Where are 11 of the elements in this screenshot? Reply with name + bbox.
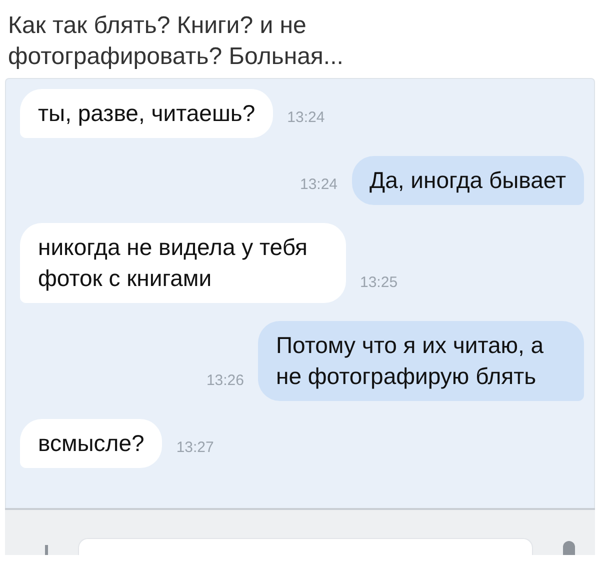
message-time: 13:27 [176, 439, 214, 458]
message-bubble: никогда не видела у тебя фоток с книгами [20, 223, 346, 303]
message-bubble: ты, разве, читаешь? [20, 89, 274, 138]
message-bubble: всмысле? [20, 419, 162, 468]
message-time: 13:24 [300, 176, 338, 195]
message-bubble: Потому что я их читаю, а не фотографирую блять [258, 321, 584, 401]
message-time: 13:25 [360, 274, 398, 293]
message-time: 13:24 [287, 109, 325, 128]
message-bubble: Да, иногда бывает [352, 156, 584, 205]
message-time: 13:26 [206, 372, 244, 391]
post-caption: Как так блять? Книги? и не фотографировать? Больная... [7, 11, 344, 72]
